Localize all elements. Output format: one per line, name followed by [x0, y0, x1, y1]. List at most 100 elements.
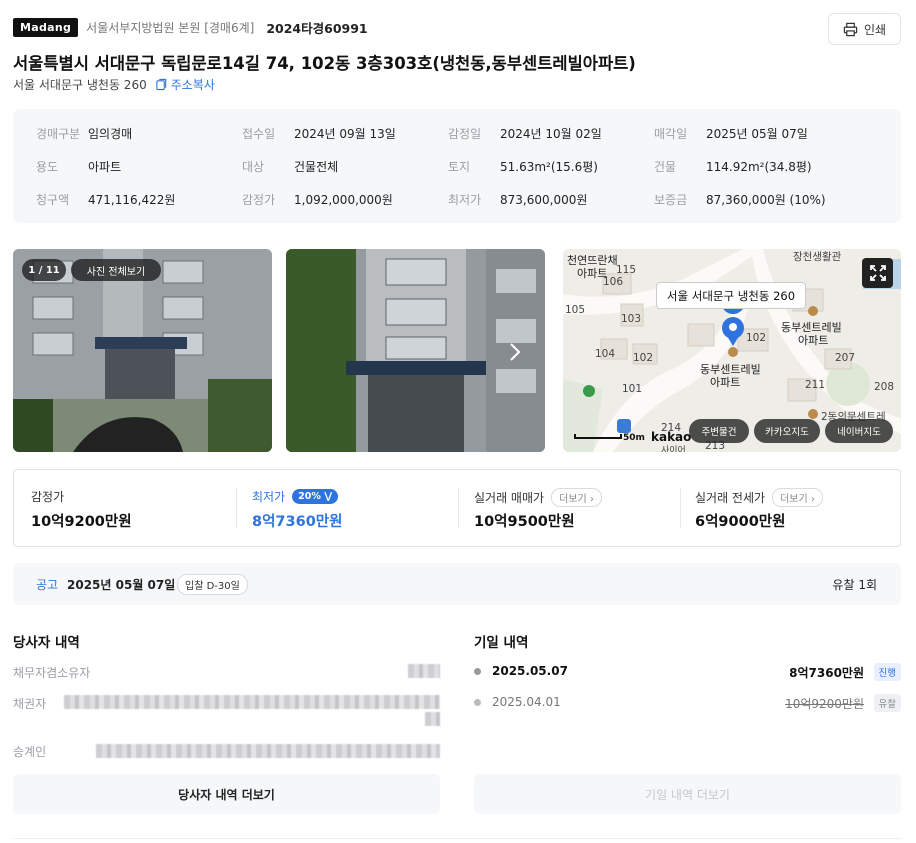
chevron-down-icon: ⋁ [324, 491, 333, 502]
map-label: 101 [622, 383, 643, 395]
debtor-label: 채무자겸소유자 [13, 666, 91, 680]
sale-more-button[interactable]: 더보기 › [551, 488, 602, 507]
map-label: 211 [805, 379, 826, 391]
info-cell: 건물 114.92m²(34.8평) [631, 158, 837, 175]
info-key: 보증금 [654, 193, 688, 207]
info-cell: 청구액 471,116,422원 [13, 191, 219, 208]
info-row: 청구액 471,116,422원 감정가 1,092,000,000원 최저가 873… [13, 191, 901, 208]
debtor-redacted [408, 664, 440, 678]
header-bar: Madang 서울서부지방법원 본원 [경매6계] 2024타경60991 [13, 18, 368, 37]
map-label: 아파트 [798, 334, 829, 347]
notice-date: 2025년 05월 07일 [67, 578, 176, 592]
info-cell: 매각일 2025년 05월 07일 [631, 125, 837, 142]
info-value: 2024년 10월 02일 [500, 127, 602, 141]
dday-badge: 입찰 D-30일 [177, 574, 248, 595]
info-value: 2024년 09월 13일 [294, 127, 396, 141]
info-row: 경매구분 임의경매 접수일 2024년 09월 13일 감정일 2024년 10월 0… [13, 125, 901, 142]
print-label: 인쇄 [863, 22, 887, 37]
building-photo-1[interactable]: 1 / 11 사진 전체보기 [13, 249, 272, 452]
chevron-right-icon: › [810, 494, 815, 505]
map-label: 103 [621, 313, 642, 325]
info-cell: 토지 51.63m²(15.6평) [425, 158, 631, 175]
status-badge: 진행 [873, 663, 901, 681]
info-cell: 보증금 87,360,000원 (10%) [631, 191, 837, 208]
info-key: 접수일 [242, 127, 276, 141]
photo-counter: 1 / 11 [22, 259, 66, 281]
location-map[interactable]: 장천생활관 천연뜨란채 아파트 115 106 103 105 104 102 … [563, 249, 901, 452]
successor-redacted [96, 744, 440, 758]
price-summary: 감정가 10억9200만원 최저가 20% ⋁ 8억7360만원 실거래 매매가… [13, 469, 901, 547]
printer-icon [843, 22, 858, 36]
map-label: 102 [746, 332, 767, 344]
info-key: 최저가 [448, 193, 482, 207]
history-more-button[interactable]: 기일 내역 더보기 [474, 774, 901, 814]
discount-value: 20% [298, 491, 321, 502]
info-key: 감정일 [448, 127, 482, 141]
info-key: 대상 [242, 160, 265, 174]
history-price: 10억9200만원 [785, 697, 864, 711]
kakao-map-button[interactable]: 카카오지도 [754, 419, 820, 443]
map-label: 104 [595, 348, 616, 360]
info-cell: 최저가 873,600,000원 [425, 191, 631, 208]
expand-icon [869, 265, 886, 281]
case-info-box: 경매구분 임의경매 접수일 2024년 09월 13일 감정일 2024년 10월 0… [13, 109, 901, 223]
kakao-brand: kakao [651, 430, 692, 444]
map-label: 아파트 [710, 376, 741, 389]
bullet [474, 699, 481, 706]
history-date: 2025.05.07 [492, 664, 568, 678]
jeonse-more-button[interactable]: 더보기 › [772, 488, 823, 507]
map-expand-button[interactable] [862, 258, 893, 288]
case-number: 2024타경60991 [266, 21, 368, 36]
price-label: 실거래 전세가 [695, 491, 766, 505]
divider [236, 488, 237, 528]
info-cell: 대상 건물전체 [219, 158, 425, 175]
copy-icon [156, 78, 166, 91]
info-key: 감정가 [242, 193, 276, 207]
info-key: 경매구분 [36, 127, 81, 141]
info-cell: 감정일 2024년 10월 02일 [425, 125, 631, 142]
price-value: 10억9500만원 [474, 514, 575, 530]
history-date: 2025.04.01 [492, 695, 561, 709]
price-label-row: 최저가 20% ⋁ [252, 488, 339, 505]
successor-label: 승계인 [13, 745, 47, 759]
price-label-row: 실거래 전세가 더보기 › [695, 488, 823, 507]
discount-badge[interactable]: 20% ⋁ [292, 489, 339, 504]
divider [13, 838, 901, 839]
history-price: 8억7360만원 [789, 666, 864, 680]
bullet [474, 668, 481, 675]
parties-more-button[interactable]: 당사자 내역 더보기 [13, 774, 440, 814]
map-address-tooltip: 서울 서대문구 냉천동 260 [656, 282, 806, 309]
view-all-photos-button[interactable]: 사진 전체보기 [71, 259, 161, 281]
naver-map-button[interactable]: 네이버지도 [825, 419, 893, 443]
price-label: 최저가 [252, 490, 286, 504]
madang-logo[interactable]: Madang [13, 18, 79, 37]
price-label: 실거래 매매가 [474, 491, 545, 505]
info-value: 114.92m²(34.8평) [706, 160, 812, 174]
building-photo-2[interactable] [286, 249, 545, 452]
info-cell: 접수일 2024년 09월 13일 [219, 125, 425, 142]
map-scale-label: 50m [623, 433, 645, 443]
info-value: 2025년 05월 07일 [706, 127, 808, 141]
status-badge: 유찰 [873, 694, 901, 712]
fail-count: 유찰 1회 [832, 578, 877, 592]
price-label-row: 실거래 매매가 더보기 › [474, 488, 602, 507]
more-label: 더보기 [559, 494, 587, 505]
divider [458, 488, 459, 528]
copy-address-label: 주소복사 [170, 78, 215, 92]
info-cell: 감정가 1,092,000,000원 [219, 191, 425, 208]
info-key: 청구액 [36, 193, 70, 207]
info-value: 1,092,000,000원 [294, 193, 393, 207]
building-photo-image [286, 249, 545, 452]
price-label: 감정가 [31, 490, 65, 504]
info-key: 건물 [654, 160, 677, 174]
info-value: 51.63m²(15.6평) [500, 160, 598, 174]
map-label: 106 [603, 276, 624, 288]
nearby-items-button[interactable]: 주변물건 [689, 419, 749, 443]
info-key: 매각일 [654, 127, 688, 141]
copy-address-button[interactable]: 주소복사 [155, 76, 215, 93]
info-value: 아파트 [88, 160, 122, 174]
print-button[interactable]: 인쇄 [828, 13, 901, 45]
map-label: 115 [616, 264, 637, 276]
info-value: 87,360,000원 (10%) [706, 193, 826, 207]
info-cell: 경매구분 임의경매 [13, 125, 219, 142]
